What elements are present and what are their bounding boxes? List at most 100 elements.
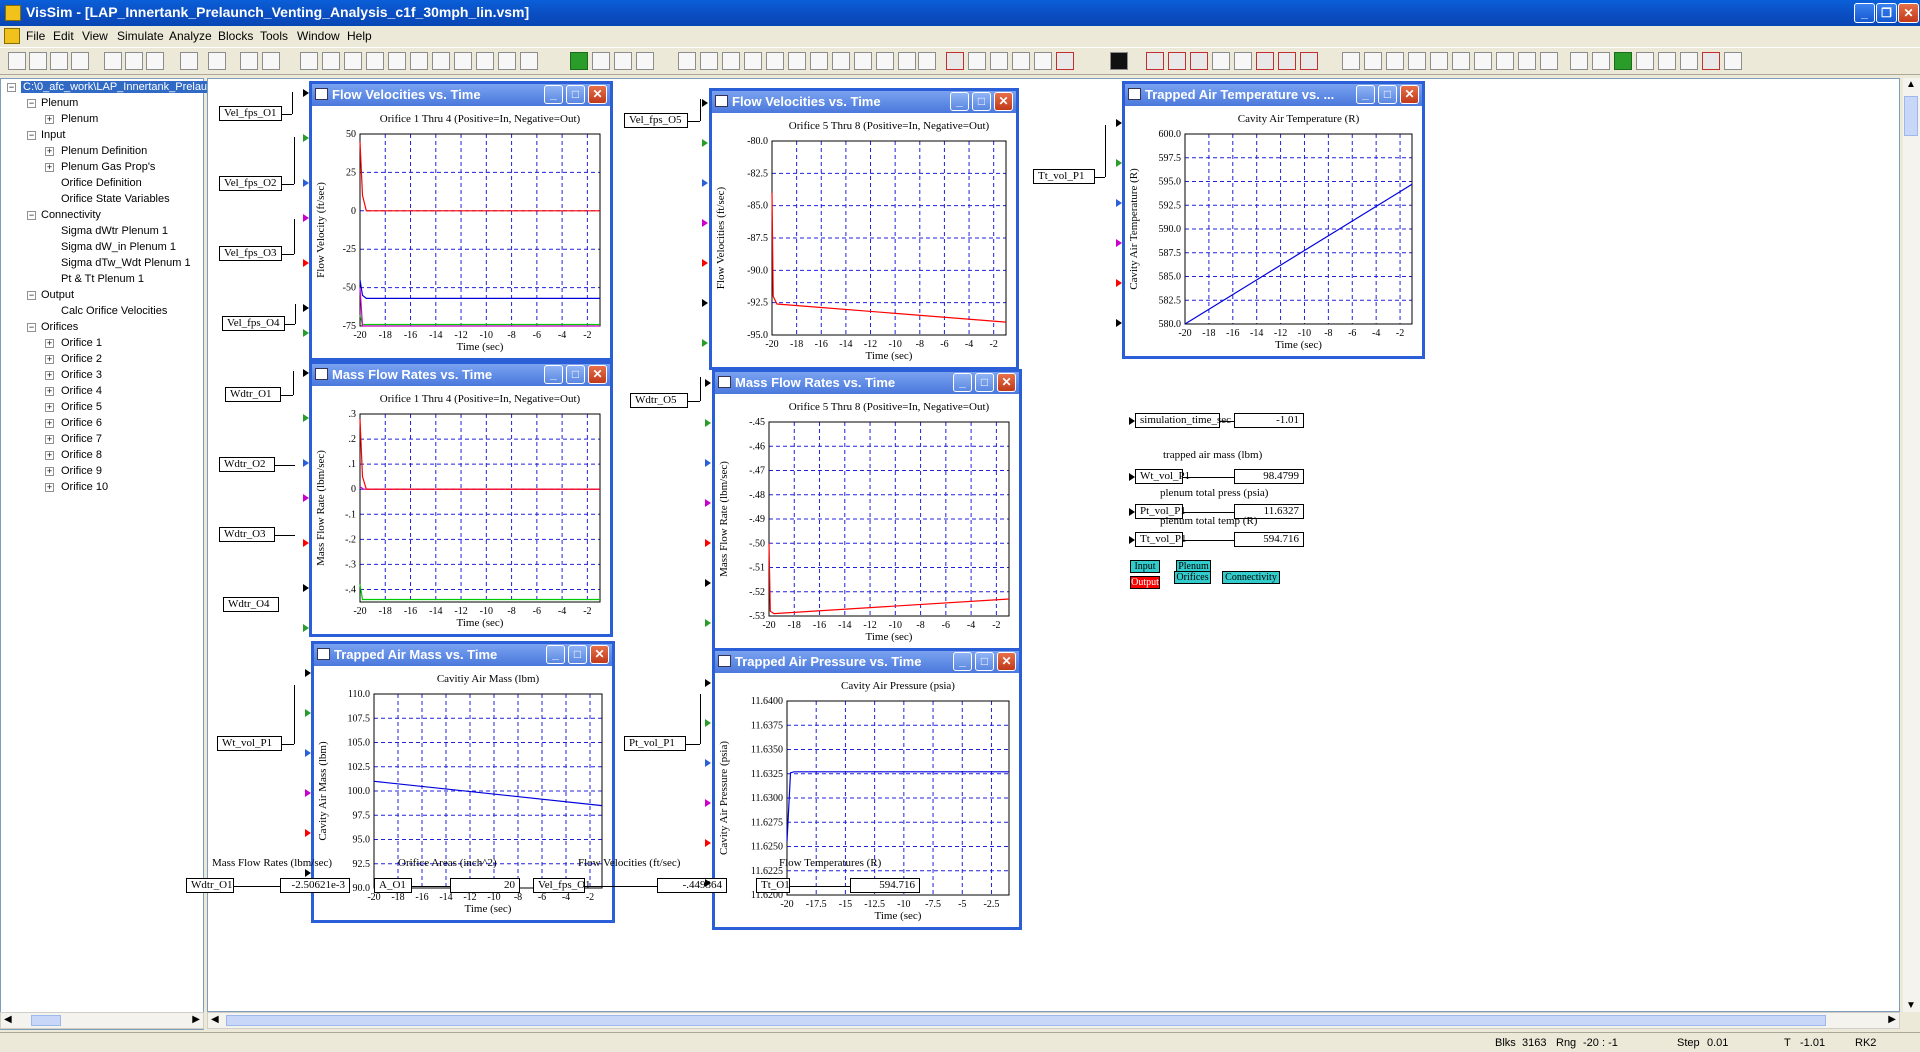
tree-item[interactable]: Orifice State Variables [61,193,170,205]
expand-icon[interactable]: + [45,403,54,412]
block-tool-9-icon[interactable] [476,52,494,70]
io-block-5-icon[interactable] [766,52,784,70]
tree-item[interactable]: Orifice 9 [61,465,102,477]
nav-orifices-button[interactable]: Orifices [1174,571,1211,584]
close-button[interactable]: ✕ [1898,3,1919,23]
plot-title-bar[interactable]: Flow Velocities vs. Time _ □ ✕ [712,91,1016,113]
canvas-hscroll-thumb[interactable] [226,1015,1826,1026]
plot-minimize-button[interactable]: _ [1356,85,1375,104]
table-block-icon[interactable] [1724,52,1742,70]
expand-icon[interactable]: + [45,339,54,348]
step-icon[interactable] [614,52,632,70]
new-file-icon[interactable] [8,52,26,70]
menu-blocks[interactable]: Blocks [218,29,253,43]
math-block-8-icon[interactable] [1300,52,1318,70]
plot-close-button[interactable]: ✕ [590,645,609,664]
plot-window-flow-velocities-o1-o4[interactable]: Flow Velocities vs. Time _ □ ✕ Orifice 1 Thr… [309,81,613,361]
block-tool-10-icon[interactable] [498,52,516,70]
tree-item[interactable]: Orifice 5 [61,401,102,413]
plot-maximize-button[interactable]: □ [975,652,994,671]
block-tool-2-icon[interactable] [322,52,340,70]
collapse-icon[interactable]: − [27,99,36,108]
print-icon[interactable] [71,52,89,70]
plot-minimize-button[interactable]: _ [950,92,969,111]
plot-close-button[interactable]: ✕ [997,373,1016,392]
plot-close-button[interactable]: ✕ [588,85,607,104]
logic-block-2-icon[interactable] [1364,52,1382,70]
plot-title-bar[interactable]: Flow Velocities vs. Time _ □ ✕ [312,84,610,106]
meter-block-icon[interactable] [1012,52,1030,70]
io-block-12-icon[interactable] [918,52,936,70]
math-block-1-icon[interactable] [1146,52,1164,70]
plot-title-bar[interactable]: Trapped Air Temperature vs. ... _ □ ✕ [1125,84,1422,106]
tree-item[interactable]: Plenum Definition [61,145,147,157]
tree-item[interactable]: Orifices [41,321,78,333]
plot-title-bar[interactable]: Mass Flow Rates vs. Time _ □ ✕ [715,372,1019,394]
collapse-icon[interactable]: − [27,291,36,300]
black-box-icon[interactable] [1110,52,1128,70]
connector-icon[interactable] [180,52,198,70]
block-wdtr-o5[interactable]: Wdtr_O5 [630,393,688,408]
menu-file[interactable]: File [26,29,45,43]
block-tool-8-icon[interactable] [454,52,472,70]
block-vel-fps-o1[interactable]: Vel_fps_O1 [219,106,282,121]
tree-root-collapse-icon[interactable]: − [7,83,16,92]
plane-block-icon[interactable] [1034,52,1052,70]
tree-root-path[interactable]: C:\0_afc_work\LAP_Innertank_Prelau [21,81,210,93]
menu-view[interactable]: View [82,29,108,43]
math-block-3-icon[interactable] [1190,52,1208,70]
scroll-down-icon[interactable]: ▼ [1906,1000,1916,1011]
expand-icon[interactable]: + [45,451,54,460]
plot-maximize-button[interactable]: □ [568,645,587,664]
plot-minimize-button[interactable]: _ [544,365,563,384]
block-wdtr-o1-bottom[interactable]: Wdtr_O1 [186,878,234,893]
tree-item[interactable]: Pt & Tt Plenum 1 [61,273,144,285]
tree-item[interactable]: Output [41,289,74,301]
block-tt-o1[interactable]: Tt_O1 [756,878,790,893]
display-block-icon[interactable] [990,52,1008,70]
menu-help[interactable]: Help [347,29,372,43]
io-block-10-icon[interactable] [876,52,894,70]
expression-block-icon[interactable] [1056,52,1074,70]
open-file-icon[interactable] [29,52,47,70]
io-block-8-icon[interactable] [832,52,850,70]
math-block-7-icon[interactable] [1278,52,1296,70]
plot-window-mass-flow-o1-o4[interactable]: Mass Flow Rates vs. Time _ □ ✕ Orifice 1 Thr… [309,361,613,637]
tree-item[interactable]: Plenum [41,97,78,109]
plot-minimize-button[interactable]: _ [544,85,563,104]
cut-icon[interactable] [104,52,122,70]
tree-item[interactable]: Sigma dWtr Plenum 1 [61,225,168,237]
block-vel-fps-o4[interactable]: Vel_fps_O4 [222,316,285,331]
collapse-icon[interactable]: − [27,131,36,140]
diagram-canvas[interactable]: Vel_fps_O1 Vel_fps_O2 Vel_fps_O3 Vel_fps… [186,78,1900,1012]
tree-item[interactable]: Plenum [61,113,98,125]
tree-item[interactable]: Orifice 1 [61,337,102,349]
math-block-4-icon[interactable] [1212,52,1230,70]
expand-icon[interactable]: + [45,419,54,428]
io-block-11-icon[interactable] [898,52,916,70]
tree-item[interactable]: Orifice 8 [61,449,102,461]
logic-block-4-icon[interactable] [1408,52,1426,70]
collapse-icon[interactable]: − [27,211,36,220]
block-pt-vol-p1[interactable]: Pt_vol_P1 [624,736,686,751]
tree-item[interactable]: Sigma dTw_Wdt Plenum 1 [61,257,191,269]
expand-icon[interactable]: + [45,467,54,476]
block-tool-11-icon[interactable] [520,52,538,70]
expand-icon[interactable]: + [45,115,54,124]
logic-block-6-icon[interactable] [1452,52,1470,70]
document-icon[interactable] [4,28,20,44]
plot-minimize-button[interactable]: _ [546,645,565,664]
tree-item[interactable]: Orifice 3 [61,369,102,381]
block-tool-6-icon[interactable] [410,52,428,70]
variable-block-icon[interactable] [968,52,986,70]
tree-item[interactable]: Connectivity [41,209,101,221]
block-tt-vol-p1[interactable]: Tt_vol_P1 [1033,169,1095,184]
io-block-3-icon[interactable] [722,52,740,70]
menu-window[interactable]: Window [297,29,340,43]
tree-scroll-thumb[interactable] [31,1015,61,1026]
block-wt-vol-readout[interactable]: Wt_vol_P1 [1135,469,1190,484]
plot-minimize-button[interactable]: _ [953,652,972,671]
math-block-5-icon[interactable] [1234,52,1252,70]
scroll-up-icon[interactable]: ▲ [1906,79,1916,90]
plot-maximize-button[interactable]: □ [1378,85,1397,104]
